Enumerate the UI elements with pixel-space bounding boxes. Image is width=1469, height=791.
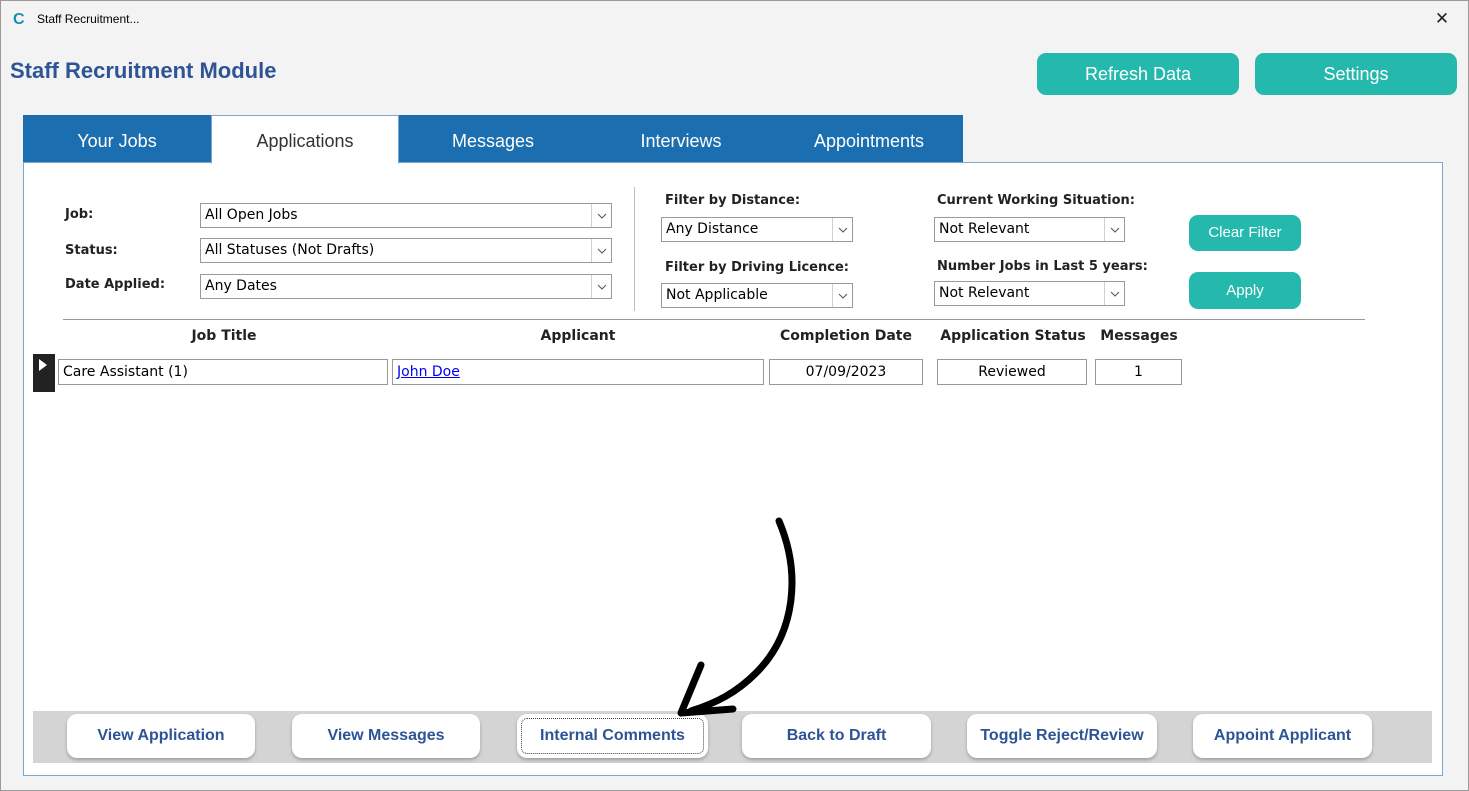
appoint-applicant-button[interactable]: Appoint Applicant xyxy=(1193,714,1372,758)
status-filter-value: All Statuses (Not Drafts) xyxy=(205,242,375,258)
date-applied-filter-select[interactable]: Any Dates xyxy=(200,274,612,299)
column-header-applicant: Applicant xyxy=(540,328,616,344)
job-filter-value: All Open Jobs xyxy=(205,207,298,223)
record-selector[interactable] xyxy=(33,354,55,392)
tab-appointments[interactable]: Appointments xyxy=(775,115,963,163)
table-cell-applicant[interactable]: John Doe xyxy=(392,359,764,385)
view-application-button[interactable]: View Application xyxy=(67,714,255,758)
table-cell-completion-date[interactable]: 07/09/2023 xyxy=(769,359,923,385)
driving-licence-filter-label: Filter by Driving Licence: xyxy=(665,260,849,275)
working-situation-filter-select[interactable]: Not Relevant xyxy=(934,217,1125,242)
view-messages-button[interactable]: View Messages xyxy=(292,714,480,758)
distance-filter-select[interactable]: Any Distance xyxy=(661,217,853,242)
jobs-last-5-years-filter-select[interactable]: Not Relevant xyxy=(934,281,1125,306)
curved-arrow-icon xyxy=(677,517,796,717)
filter-divider xyxy=(634,187,635,311)
chevron-down-icon xyxy=(1104,282,1124,305)
settings-button[interactable]: Settings xyxy=(1255,53,1457,95)
table-cell-job-title[interactable]: Care Assistant (1) xyxy=(58,359,388,385)
chevron-down-icon xyxy=(832,284,852,307)
chevron-down-icon xyxy=(591,275,611,298)
window-title: Staff Recruitment... xyxy=(37,12,140,26)
app-logo-icon: C xyxy=(13,11,25,28)
working-situation-filter-label: Current Working Situation: xyxy=(937,193,1135,208)
column-header-job-title: Job Title xyxy=(191,328,257,344)
column-header-completion-date: Completion Date xyxy=(779,328,912,344)
applicant-link[interactable]: John Doe xyxy=(397,364,460,380)
job-filter-label: Job: xyxy=(65,207,94,222)
current-record-icon xyxy=(39,359,47,371)
column-header-application-status: Application Status xyxy=(940,328,1086,344)
page-title: Staff Recruitment Module xyxy=(10,58,277,83)
close-icon[interactable]: ✕ xyxy=(1430,7,1454,31)
status-filter-select[interactable]: All Statuses (Not Drafts) xyxy=(200,238,612,263)
date-applied-filter-value: Any Dates xyxy=(205,278,277,294)
tab-messages[interactable]: Messages xyxy=(399,115,587,163)
clear-filter-button[interactable]: Clear Filter xyxy=(1189,215,1301,251)
distance-filter-value: Any Distance xyxy=(666,221,759,237)
tab-interviews[interactable]: Interviews xyxy=(587,115,775,163)
apply-filter-button[interactable]: Apply xyxy=(1189,272,1301,309)
chevron-down-icon xyxy=(1104,218,1124,241)
column-header-messages: Messages xyxy=(1100,328,1178,344)
driving-licence-filter-value: Not Applicable xyxy=(666,287,768,303)
tab-applications[interactable]: Applications xyxy=(211,115,399,164)
application-window: C Staff Recruitment... ✕ Staff Recruitme… xyxy=(0,0,1469,791)
status-filter-label: Status: xyxy=(65,243,118,258)
chevron-down-icon xyxy=(832,218,852,241)
refresh-data-button[interactable]: Refresh Data xyxy=(1037,53,1239,95)
chevron-down-icon xyxy=(591,239,611,262)
jobs-last-5-years-filter-label: Number Jobs in Last 5 years: xyxy=(937,259,1148,274)
driving-licence-filter-select[interactable]: Not Applicable xyxy=(661,283,853,308)
tab-your-jobs[interactable]: Your Jobs xyxy=(23,115,211,163)
distance-filter-label: Filter by Distance: xyxy=(665,193,801,208)
job-filter-select[interactable]: All Open Jobs xyxy=(200,203,612,228)
filter-table-divider xyxy=(63,319,1365,320)
table-cell-messages[interactable]: 1 xyxy=(1095,359,1182,385)
title-bar: C Staff Recruitment... ✕ xyxy=(1,1,1468,41)
toggle-reject-review-button[interactable]: Toggle Reject/Review xyxy=(967,714,1157,758)
working-situation-filter-value: Not Relevant xyxy=(939,221,1030,237)
date-applied-filter-label: Date Applied: xyxy=(65,277,166,292)
jobs-last-5-years-filter-value: Not Relevant xyxy=(939,285,1030,301)
chevron-down-icon xyxy=(591,204,611,227)
table-cell-application-status[interactable]: Reviewed xyxy=(937,359,1087,385)
